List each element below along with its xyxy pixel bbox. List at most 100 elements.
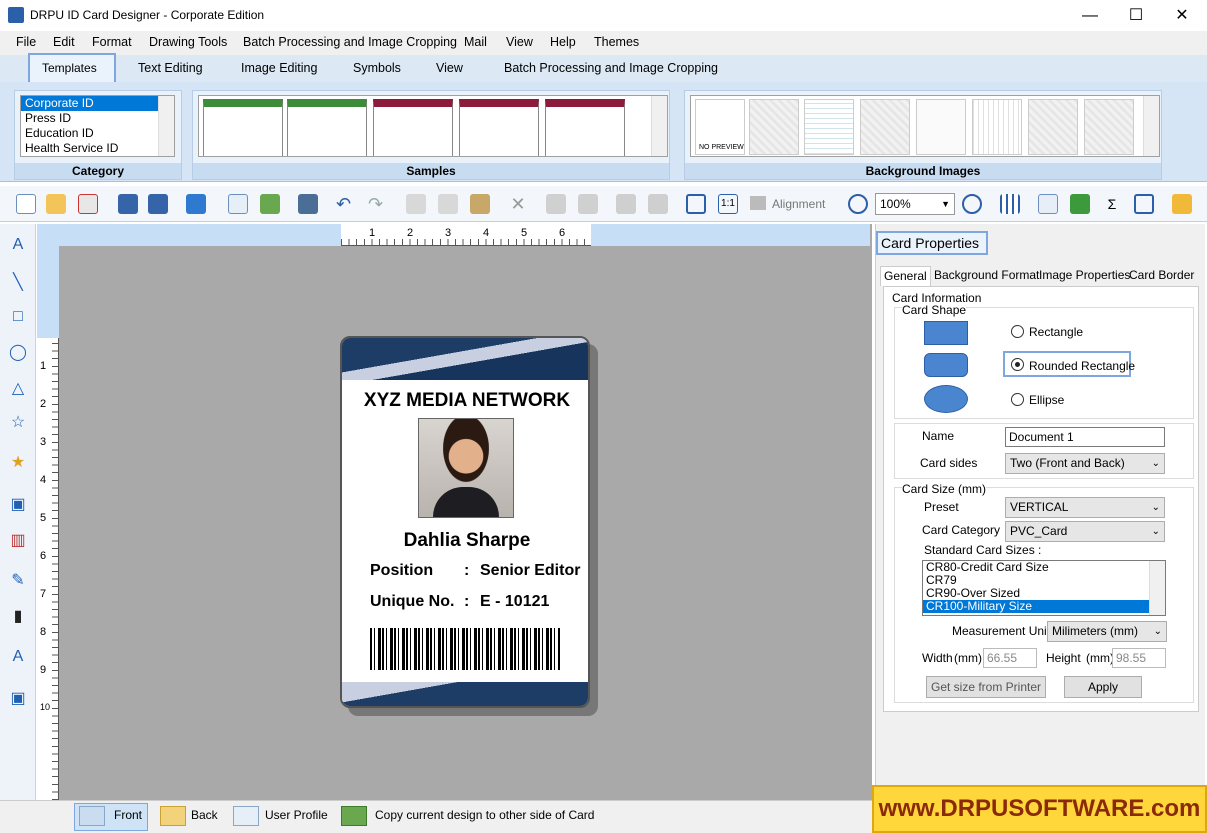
background-thumbnail[interactable] [860,99,910,155]
menu-batch-processing[interactable]: Batch Processing and Image Cropping [243,35,457,49]
fit-to-window-icon[interactable] [686,194,706,214]
maximize-button[interactable]: ☐ [1113,0,1159,31]
card-unique-value[interactable]: E - 10121 [480,593,549,611]
minimize-button[interactable]: — [1067,0,1113,31]
group-icon[interactable] [546,194,566,214]
tab-image-editing[interactable]: Image Editing [241,61,317,75]
open-folder-icon[interactable] [46,194,66,214]
menu-format[interactable]: Format [92,35,132,49]
formula-icon[interactable]: Σ [1102,194,1122,214]
save-icon[interactable] [118,194,138,214]
new-file-icon[interactable] [16,194,36,214]
sample-thumbnail[interactable] [203,99,283,156]
category-scrollbar[interactable] [158,96,174,156]
category-item[interactable]: Corporate ID [21,96,174,111]
menu-file[interactable]: File [16,35,36,49]
menu-view[interactable]: View [506,35,533,49]
tab-view[interactable]: View [436,61,463,75]
rectangle-option-label[interactable]: Rectangle [1029,325,1083,339]
crop-icon[interactable] [1134,194,1154,214]
samples-gallery[interactable] [198,95,668,157]
background-thumbnail[interactable] [1084,99,1134,155]
sample-thumbnail[interactable] [459,99,539,156]
mail-icon[interactable] [1172,194,1192,214]
star-tool-icon[interactable]: ☆ [8,412,28,432]
samples-scrollbar[interactable] [651,96,667,156]
measurement-unit-select[interactable]: Milimeters (mm) ⌄ [1047,621,1167,642]
card-sides-select[interactable]: Two (Front and Back) ⌄ [1005,453,1165,474]
undo-icon[interactable]: ↶ [336,194,356,214]
barcode-tool-icon[interactable]: ▮ [8,606,28,626]
background-thumbnail[interactable] [1028,99,1078,155]
background-thumbnail[interactable] [916,99,966,155]
card-position-label[interactable]: Position [370,562,433,580]
grid-icon[interactable] [1000,194,1020,214]
card-person-name[interactable]: Dahlia Sharpe [342,530,588,552]
rectangle-radio[interactable] [1011,325,1024,338]
line-tool-icon[interactable]: ╲ [8,272,28,292]
copy-design-icon[interactable] [341,806,367,826]
picture-tool-icon[interactable]: ▣ [8,494,28,514]
close-file-icon[interactable] [78,194,98,214]
save-as-icon[interactable] [148,194,168,214]
properties-icon[interactable] [228,194,248,214]
print-icon[interactable] [298,194,318,214]
card-photo[interactable] [418,418,514,518]
delete-icon[interactable]: ✕ [508,194,528,214]
background-gallery[interactable]: NO PREVIEW [690,95,1160,157]
menu-mail[interactable]: Mail [464,35,487,49]
tab-templates[interactable]: Templates [28,53,116,84]
ellipse-option-label[interactable]: Ellipse [1029,393,1064,407]
excel-icon[interactable] [1070,194,1090,214]
sample-thumbnail[interactable] [545,99,625,156]
get-size-from-printer-button[interactable]: Get size from Printer [926,676,1046,698]
back-label[interactable]: Back [191,808,218,822]
standard-sizes-scrollbar[interactable] [1149,561,1165,615]
image-icon[interactable] [260,194,280,214]
category-item[interactable]: Health Service ID [21,141,174,156]
tab-general[interactable]: General [880,266,931,286]
redo-icon[interactable]: ↷ [368,194,388,214]
copy-icon[interactable] [438,194,458,214]
close-button[interactable]: ✕ [1159,0,1205,31]
back-side-icon[interactable] [160,806,186,826]
front-label[interactable]: Front [114,808,142,822]
watermark-tool-icon[interactable]: A [8,648,28,668]
actual-size-icon[interactable]: 1:1 [718,194,738,214]
height-input[interactable]: 98.55 [1112,648,1166,668]
background-thumbnail[interactable] [749,99,799,155]
ellipse-radio[interactable] [1011,393,1024,406]
shapes-tool-icon[interactable]: ★ [8,452,28,472]
card-position-value[interactable]: Senior Editor [480,562,580,580]
export-icon[interactable] [186,194,206,214]
tab-batch-processing[interactable]: Batch Processing and Image Cropping [504,61,718,75]
no-preview-thumbnail[interactable]: NO PREVIEW [695,99,745,155]
copy-design-label[interactable]: Copy current design to other side of Car… [375,808,594,822]
user-profile-icon[interactable] [233,806,259,826]
menu-help[interactable]: Help [550,35,576,49]
preset-select[interactable]: VERTICAL ⌄ [1005,497,1165,518]
rounded-rectangle-radio[interactable] [1011,358,1024,371]
zoom-in-icon[interactable] [848,194,868,214]
cut-icon[interactable] [406,194,426,214]
standard-sizes-list[interactable]: CR80-Credit Card Size CR79 CR90-Over Siz… [922,560,1166,616]
standard-size-item[interactable]: CR100-Military Size [923,600,1149,613]
user-profile-label[interactable]: User Profile [265,808,328,822]
tab-card-border[interactable]: Card Border [1126,266,1197,286]
lock-icon[interactable] [616,194,636,214]
alignment-dropdown[interactable]: Alignment [772,197,825,211]
menu-themes[interactable]: Themes [594,35,639,49]
sample-thumbnail[interactable] [373,99,453,156]
text-tool-icon[interactable]: A [8,236,28,256]
sample-thumbnail[interactable] [287,99,367,156]
card-unique-label[interactable]: Unique No. [370,593,454,611]
ellipse-tool-icon[interactable]: ◯ [8,342,28,362]
category-list[interactable]: Corporate ID Press ID Education ID Healt… [20,95,175,157]
menu-edit[interactable]: Edit [53,35,75,49]
triangle-tool-icon[interactable]: △ [8,378,28,398]
standard-size-item[interactable]: CR80-Credit Card Size [923,561,1165,574]
signature-tool-icon[interactable]: ✎ [8,570,28,590]
background-scrollbar[interactable] [1143,96,1159,156]
card-barcode[interactable] [370,628,560,670]
background-thumbnail[interactable] [804,99,854,155]
